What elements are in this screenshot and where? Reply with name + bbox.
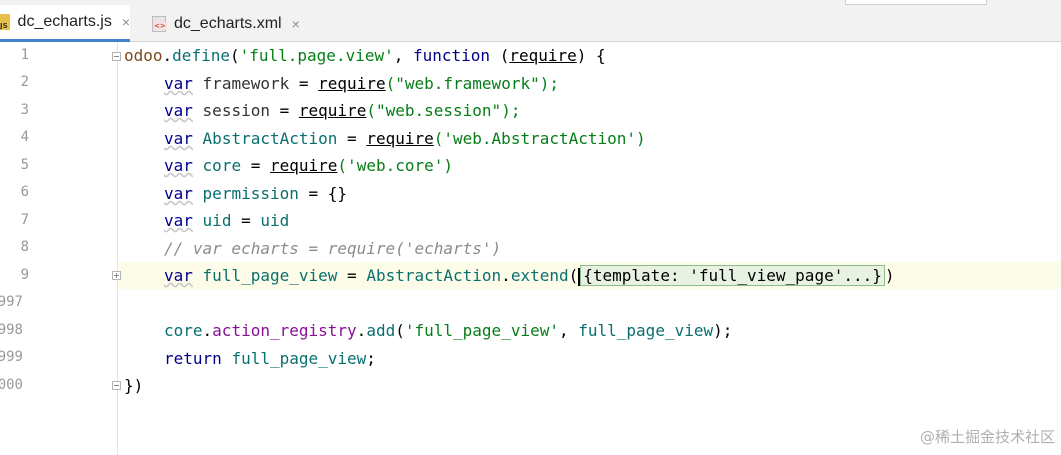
- tab-label: dc_echarts.js: [17, 13, 112, 30]
- line-number: 000: [0, 377, 23, 393]
- line-number: 1: [20, 47, 29, 63]
- tab-label: dc_echarts.xml: [174, 14, 282, 32]
- search-field[interactable]: [845, 0, 987, 5]
- line-number-gutter: 1 2 3 4 5 6 7 8 9 997 998 999 000: [0, 42, 121, 455]
- code-line-4: var AbstractAction = require('web.Abstra…: [164, 129, 646, 148]
- close-icon[interactable]: ×: [122, 14, 130, 30]
- xml-file-icon: <>: [152, 15, 167, 32]
- editor-tab-bar: JS dc_echarts.js × <> dc_echarts.xml ×: [0, 0, 1061, 42]
- tab-dc-echarts-xml[interactable]: <> dc_echarts.xml ×: [142, 5, 312, 42]
- code-line-2: var framework = require("web.framework")…: [164, 74, 559, 93]
- line-number: 3: [20, 102, 29, 118]
- code-editor[interactable]: odoo.define('full.page.view', function (…: [124, 42, 1061, 455]
- code-line-9: var full_page_view = AbstractAction.exte…: [164, 265, 895, 286]
- js-file-icon: JS: [0, 14, 10, 30]
- line-number: 6: [20, 184, 29, 200]
- code-line-1: odoo.define('full.page.view', function (…: [124, 46, 606, 65]
- line-number: 9: [20, 267, 29, 283]
- code-line-13: }): [124, 376, 144, 395]
- close-icon[interactable]: ×: [292, 16, 300, 32]
- line-number: 5: [20, 157, 29, 173]
- line-number: 8: [20, 239, 29, 255]
- fold-expand-icon[interactable]: [112, 271, 121, 280]
- tab-dc-echarts-js[interactable]: JS dc_echarts.js ×: [0, 5, 130, 42]
- line-number: 997: [0, 294, 23, 310]
- code-line-5: var core = require('web.core'): [164, 156, 454, 175]
- code-line-3: var session = require("web.session");: [164, 101, 521, 120]
- code-line-11: core.action_registry.add('full_page_view…: [164, 321, 733, 340]
- line-number: 4: [20, 129, 29, 145]
- code-line-8: // var echarts = require('echarts'): [164, 239, 502, 258]
- watermark: @稀土掘金技术社区: [919, 428, 1055, 446]
- line-number: 7: [20, 212, 29, 228]
- line-number: 2: [20, 74, 29, 90]
- code-line-7: var uid = uid: [164, 211, 290, 230]
- line-number: 999: [0, 349, 23, 365]
- code-line-6: var permission = {}: [164, 184, 348, 203]
- fold-collapse-icon[interactable]: [112, 52, 121, 61]
- code-line-12: return full_page_view;: [164, 349, 376, 368]
- line-number: 998: [0, 322, 23, 338]
- fold-collapse-icon[interactable]: [112, 381, 121, 390]
- collapsed-fold-region[interactable]: {template: 'full_view_page'...}: [580, 265, 885, 286]
